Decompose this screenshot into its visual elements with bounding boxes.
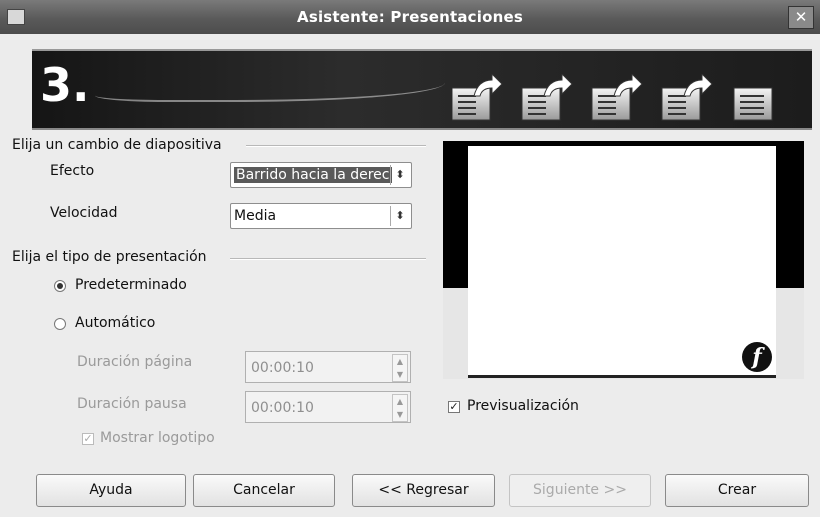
title-bar: Asistente: Presentaciones ✕: [0, 0, 820, 34]
close-button[interactable]: ✕: [788, 6, 814, 29]
window-title: Asistente: Presentaciones: [297, 8, 523, 26]
separator: [246, 145, 426, 147]
effect-label: Efecto: [50, 163, 95, 179]
default-radio[interactable]: [54, 280, 66, 292]
page-duration-value: 00:00:10: [251, 360, 314, 376]
separator: [230, 258, 426, 260]
next-button[interactable]: Siguiente >>: [509, 474, 651, 507]
create-button[interactable]: Crear: [665, 474, 809, 507]
transition-group-label: Elija un cambio de diapositiva: [12, 137, 222, 153]
auto-radio[interactable]: [54, 318, 66, 330]
pause-duration-field[interactable]: 00:00:10 ▲ ▼: [245, 391, 411, 423]
slide-icon: [733, 87, 773, 121]
slide-next-icon: [521, 74, 573, 121]
pause-duration-value: 00:00:10: [251, 400, 314, 416]
speed-select-value: Media: [234, 208, 277, 224]
default-radio-label[interactable]: Predeterminado: [75, 277, 187, 293]
presentation-group-label: Elija el tipo de presentación: [12, 249, 207, 265]
select-arrows-icon: ⬍: [390, 165, 409, 185]
slide-next-icon: [452, 74, 503, 121]
help-button[interactable]: Ayuda: [36, 474, 186, 507]
speed-label: Velocidad: [50, 205, 118, 221]
wizard-step-icons: [452, 74, 773, 121]
preview-checkbox-label[interactable]: Previsualización: [467, 398, 579, 414]
select-arrows-icon: ⬍: [390, 206, 409, 226]
fedora-logo-icon: f: [742, 342, 772, 372]
page-duration-label: Duración página: [77, 354, 193, 370]
effect-select[interactable]: Barrido hacia la derec ⬍: [230, 162, 412, 188]
step-number: 3.: [40, 58, 90, 112]
auto-radio-label[interactable]: Automático: [75, 315, 155, 331]
spin-arrows-icon[interactable]: ▲ ▼: [392, 354, 408, 382]
pause-duration-label: Duración pausa: [77, 396, 187, 412]
show-logo-label[interactable]: Mostrar logotipo: [100, 430, 215, 446]
show-logo-checkbox[interactable]: ✓: [82, 433, 94, 445]
page-duration-field[interactable]: 00:00:10 ▲ ▼: [245, 351, 411, 383]
cancel-button[interactable]: Cancelar: [193, 474, 335, 507]
speed-select[interactable]: Media ⬍: [230, 203, 412, 229]
slide-next-icon: [661, 74, 713, 121]
spin-arrows-icon[interactable]: ▲ ▼: [392, 394, 408, 422]
preview-slide-lower: [468, 288, 776, 378]
back-button[interactable]: << Regresar: [352, 474, 495, 507]
preview-checkbox[interactable]: ✓: [448, 401, 460, 413]
slide-next-icon: [591, 74, 643, 121]
effect-select-value: Barrido hacia la derec: [234, 167, 392, 183]
